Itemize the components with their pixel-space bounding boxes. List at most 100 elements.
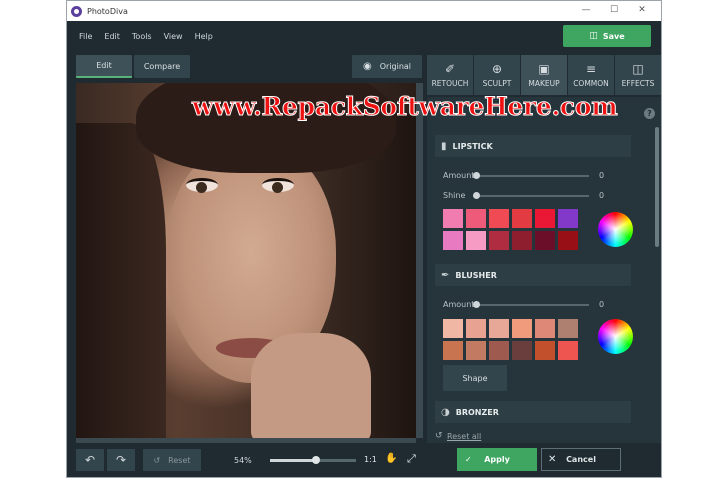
cancel-button[interactable]: ✕ Cancel: [541, 448, 621, 471]
reset-all-link[interactable]: Reset all: [447, 432, 481, 441]
maximize-button[interactable]: ☐: [605, 3, 623, 17]
blusher-swatch[interactable]: [512, 319, 532, 338]
lipstick-color-wheel[interactable]: [598, 212, 633, 247]
bronzer-header[interactable]: ◑ BRONZER: [435, 401, 631, 423]
lipstick-shine-label: Shine: [443, 191, 466, 200]
close-icon: ✕: [548, 454, 557, 465]
blusher-amount-label: Amount: [443, 300, 475, 309]
actual-size-button[interactable]: 1:1: [364, 455, 377, 464]
tab-sculpt-label: SCULPT: [482, 79, 512, 88]
reset-button[interactable]: ↺ Reset: [143, 449, 201, 471]
menu-view[interactable]: View: [164, 32, 183, 41]
hand-tool-icon[interactable]: ✋: [385, 453, 397, 464]
reset-all-icon: ↺: [435, 431, 443, 441]
lipstick-swatch[interactable]: [489, 209, 509, 228]
blusher-swatch[interactable]: [512, 341, 532, 360]
undo-icon: ↶: [84, 453, 96, 467]
apply-label: Apply: [484, 455, 510, 464]
lipstick-swatch[interactable]: [489, 231, 509, 250]
help-icon[interactable]: ?: [644, 108, 655, 119]
blusher-swatch[interactable]: [489, 341, 509, 360]
blusher-amount-slider[interactable]: Amount 0: [443, 300, 633, 310]
menu-edit[interactable]: Edit: [104, 32, 120, 41]
lipstick-swatch[interactable]: [466, 209, 486, 228]
eye-icon: ◉: [362, 61, 372, 72]
blusher-amount-value: 0: [599, 300, 605, 309]
lipstick-amount-label: Amount: [443, 171, 475, 180]
lipstick-header[interactable]: ▮ LIPSTICK: [435, 135, 631, 157]
lipstick-shine-knob[interactable]: [473, 192, 480, 199]
minimize-button[interactable]: —: [577, 3, 595, 17]
zoom-level: 54%: [234, 456, 252, 465]
blusher-swatch[interactable]: [558, 341, 578, 360]
blusher-swatch[interactable]: [535, 319, 555, 338]
lipstick-swatch[interactable]: [466, 231, 486, 250]
photo-canvas[interactable]: [76, 83, 416, 438]
lipstick-swatch[interactable]: [512, 209, 532, 228]
sliders-icon: ≡: [585, 62, 597, 76]
close-button[interactable]: ✕: [633, 3, 651, 17]
lipstick-shine-value: 0: [599, 191, 605, 200]
blusher-color-wheel[interactable]: [598, 319, 633, 354]
original-button[interactable]: ◉ Original: [352, 55, 422, 78]
lipstick-swatch[interactable]: [558, 231, 578, 250]
menu-tools[interactable]: Tools: [132, 32, 152, 41]
blusher-header[interactable]: ✒ BLUSHER: [435, 264, 631, 286]
check-icon: ✓: [465, 455, 472, 464]
tab-effects-label: EFFECTS: [621, 79, 655, 88]
lipstick-amount-value: 0: [599, 171, 605, 180]
watermark-text: www.RepackSoftwareHere.com: [191, 92, 618, 122]
tab-retouch-label: RETOUCH: [431, 79, 469, 88]
lipstick-shine-slider[interactable]: Shine 0: [443, 191, 633, 201]
tab-common[interactable]: ≡ COMMON: [568, 55, 614, 95]
lipstick-swatches: [443, 209, 578, 250]
menu-file[interactable]: File: [79, 32, 92, 41]
mode-bar: Edit Compare ◉ Original: [67, 51, 427, 83]
apply-button[interactable]: ✓ Apply: [457, 448, 537, 471]
tab-compare[interactable]: Compare: [134, 55, 190, 78]
blusher-swatch[interactable]: [489, 319, 509, 338]
panel-scrollbar[interactable]: [655, 127, 659, 247]
app-window: PhotoDiva — ☐ ✕ File Edit Tools View Hel…: [66, 0, 662, 478]
lipstick-swatch[interactable]: [535, 231, 555, 250]
blusher-swatch[interactable]: [558, 319, 578, 338]
blusher-amount-knob[interactable]: [473, 301, 480, 308]
lipstick-swatch[interactable]: [443, 231, 463, 250]
zoom-slider[interactable]: [270, 456, 356, 464]
tab-makeup[interactable]: ▣ MAKEUP: [521, 55, 567, 95]
canvas-vertical-scrollbar[interactable]: [416, 83, 423, 438]
shape-button[interactable]: Shape: [443, 365, 507, 391]
blusher-swatch[interactable]: [535, 341, 555, 360]
lipstick-amount-slider[interactable]: Amount 0: [443, 171, 633, 181]
redo-button[interactable]: ↷: [107, 449, 135, 471]
blush-brush-icon: ✒: [441, 269, 450, 281]
blusher-swatch[interactable]: [466, 341, 486, 360]
fit-to-screen-icon[interactable]: ⤢: [407, 452, 416, 466]
lipstick-swatch[interactable]: [512, 231, 532, 250]
app-title: PhotoDiva: [87, 6, 128, 16]
tab-sculpt[interactable]: ⊕ SCULPT: [474, 55, 520, 95]
reset-icon: ↺: [153, 455, 161, 465]
blusher-swatch[interactable]: [443, 319, 463, 338]
blusher-amount-track: [479, 304, 589, 306]
zoom-slider-knob[interactable]: [312, 456, 321, 464]
zoom-slider-fill: [270, 459, 317, 462]
lipstick-amount-knob[interactable]: [473, 172, 480, 179]
undo-button[interactable]: ↶: [76, 449, 104, 471]
tab-effects[interactable]: ◫ EFFECTS: [615, 55, 661, 95]
blusher-swatch[interactable]: [466, 319, 486, 338]
title-bar: PhotoDiva — ☐ ✕: [67, 1, 661, 21]
photo-hair-left: [76, 123, 166, 438]
lipstick-icon: ▮: [441, 140, 447, 152]
redo-icon: ↷: [115, 453, 127, 467]
save-button[interactable]: ◫ Save: [563, 25, 651, 47]
tab-edit[interactable]: Edit: [76, 55, 132, 78]
bronzer-icon: ◑: [441, 406, 450, 418]
lipstick-swatch[interactable]: [443, 209, 463, 228]
tab-retouch[interactable]: ✐ RETOUCH: [427, 55, 473, 95]
blusher-swatch[interactable]: [443, 341, 463, 360]
lipstick-swatch[interactable]: [558, 209, 578, 228]
makeup-panel: ? ▮ LIPSTICK Amount 0 Shine 0 ✒ BLUSHER …: [427, 97, 661, 443]
menu-help[interactable]: Help: [195, 32, 213, 41]
lipstick-swatch[interactable]: [535, 209, 555, 228]
